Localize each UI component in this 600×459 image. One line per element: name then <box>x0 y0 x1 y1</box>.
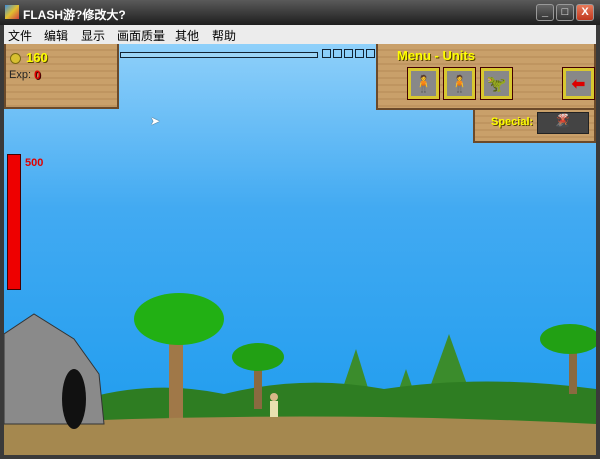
menu-file[interactable]: 文件 <box>8 27 32 44</box>
red-arrow-left-icon: ⬅ <box>571 75 586 93</box>
queue-slot <box>344 49 353 58</box>
menu-bar: 文件 编辑 显示 画面质量 其他 帮助 <box>4 25 596 44</box>
app-icon <box>5 5 19 19</box>
menu-quality[interactable]: 画面质量 <box>117 27 165 44</box>
special-panel: Special: 🌋 <box>473 110 596 143</box>
training-progress-bar <box>120 52 318 58</box>
gold-amount: 160 <box>26 50 48 65</box>
resource-panel: 160 Exp: 0 <box>4 44 119 109</box>
slingshot-caveman-icon: 🧍 <box>449 75 470 93</box>
menu-edit[interactable]: 编辑 <box>44 27 68 44</box>
volcano-meteor-icon: 🌋 <box>554 113 572 128</box>
mouse-cursor-icon: ➤ <box>150 114 161 128</box>
unit-slingshot-button[interactable]: 🧍 <box>443 67 476 100</box>
title-bar: FLASH游?修改大? _ □ X <box>0 0 600 25</box>
caveman-unit <box>270 393 278 417</box>
gold-coin-icon <box>10 53 21 64</box>
window-title: FLASH游?修改大? <box>23 8 126 22</box>
tree-canopy <box>134 293 224 345</box>
special-label: Special: <box>491 116 534 128</box>
back-button[interactable]: ⬅ <box>562 67 595 100</box>
unit-caveman-club-button[interactable]: 🧍 <box>407 67 440 100</box>
queue-slot <box>333 49 342 58</box>
close-button[interactable]: X <box>576 4 594 21</box>
base-health-bar <box>7 154 21 290</box>
units-menu-title: Menu - Units <box>397 48 475 63</box>
menu-view[interactable]: 显示 <box>81 27 105 44</box>
queue-slot <box>322 49 331 58</box>
caveman-icon: 🧍 <box>413 75 434 93</box>
exp-label: Exp: <box>9 69 32 81</box>
dino-icon: 🦖 <box>486 75 507 93</box>
tree-trunk <box>169 334 183 419</box>
special-attack-button[interactable]: 🌋 <box>537 112 589 134</box>
maximize-button[interactable]: □ <box>556 4 574 21</box>
base-health-value: 500 <box>25 157 44 169</box>
cave-entrance <box>62 369 86 429</box>
player-cave-base <box>4 313 105 425</box>
units-menu-panel: Menu - Units 🧍 🧍 🦖 ⬅ <box>376 44 596 110</box>
tree-canopy <box>232 343 284 371</box>
queue-slot <box>355 49 364 58</box>
unit-dino-rider-button[interactable]: 🦖 <box>480 67 513 100</box>
menu-help[interactable]: 帮助 <box>212 27 236 44</box>
queue-slot <box>366 49 375 58</box>
menu-other[interactable]: 其他 <box>175 27 199 44</box>
tree-canopy <box>540 324 596 354</box>
game-area[interactable]: 160 Exp: 0 Menu - Units 🧍 🧍 🦖 ⬅ Special:… <box>4 44 596 455</box>
minimize-button[interactable]: _ <box>536 4 554 21</box>
exp-value: 0 <box>34 68 41 82</box>
